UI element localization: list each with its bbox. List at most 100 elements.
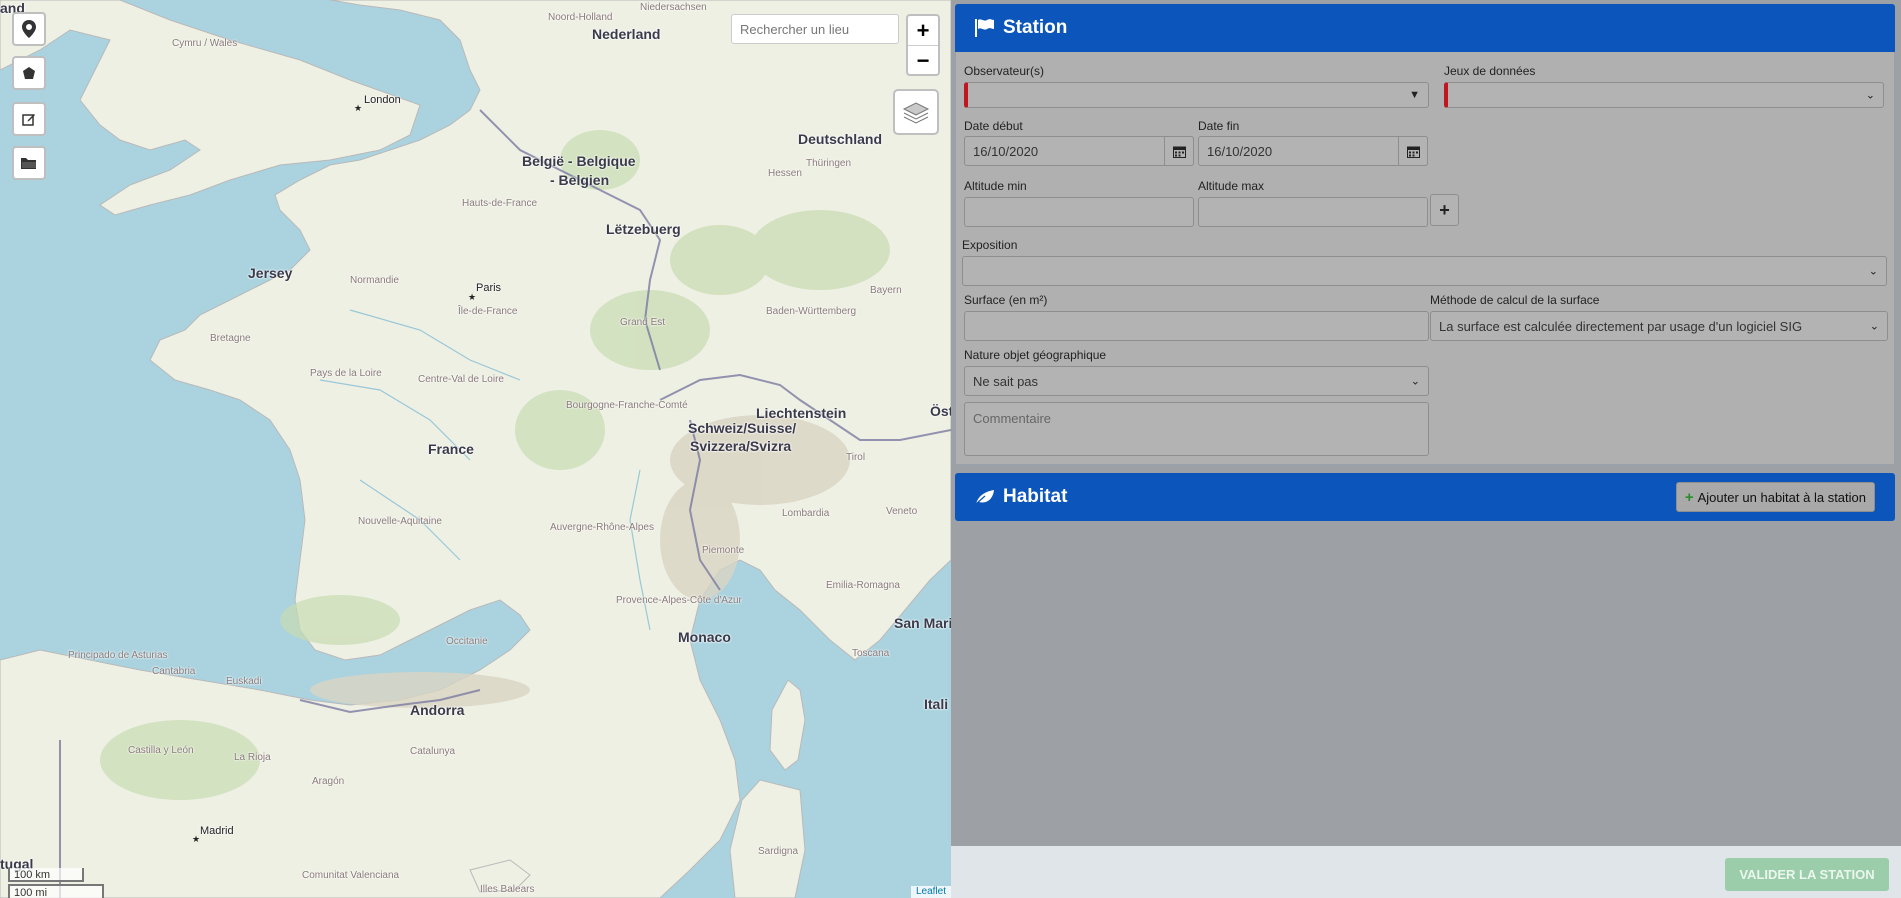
calendar-icon <box>1172 146 1186 158</box>
map-label-ost: Öst <box>930 403 951 419</box>
draw-marker-button[interactable] <box>12 12 46 46</box>
map-label-grand-est: Grand Est <box>620 317 666 328</box>
date-fin-label: Date fin <box>1198 119 1240 133</box>
methode-calcul-value: La surface est calculée directement par … <box>1439 318 1803 334</box>
layers-control-button[interactable] <box>893 89 939 135</box>
chevron-down-icon: ⌄ <box>1410 375 1420 388</box>
map-container[interactable]: and Noord-Holland Niedersachsen Nederlan… <box>0 0 951 898</box>
map-label-nouvelle-aquitaine: Nouvelle-Aquitaine <box>358 516 442 527</box>
methode-calcul-label: Méthode de calcul de la surface <box>1430 293 1600 307</box>
altitude-max-input[interactable] <box>1198 197 1428 227</box>
altitude-min-input[interactable] <box>964 197 1194 227</box>
validate-station-button[interactable]: VALIDER LA STATION <box>1725 858 1889 891</box>
map-label-principado: Principado de Asturias <box>68 650 168 661</box>
edit-layers-button[interactable] <box>12 102 46 136</box>
map-label-centre-val: Centre-Val de Loire <box>418 374 504 385</box>
map-label-illes-balears: Illes Balears <box>480 884 535 895</box>
map-label-la-rioja: La Rioja <box>234 752 271 763</box>
map-label-italia: Itali <box>924 696 949 712</box>
scale-mi: 100 mi <box>8 884 104 898</box>
map-label-letzebuerg: Lëtzebuerg <box>606 221 681 237</box>
map-label-monaco: Monaco <box>678 629 731 645</box>
scale-km: 100 km <box>8 868 84 882</box>
map-label-aragon: Aragón <box>312 776 345 787</box>
plus-icon: + <box>1684 488 1694 506</box>
flag-icon <box>975 19 994 37</box>
nature-objet-label: Nature objet géographique <box>964 348 1107 362</box>
polygon-icon <box>23 67 35 79</box>
observateurs-label: Observateur(s) <box>964 64 1045 78</box>
map-search-input[interactable]: Rechercher un lieu <box>731 14 899 44</box>
nature-objet-value: Ne sait pas <box>973 373 1039 389</box>
jeux-donnees-select[interactable]: ⌄ <box>1444 82 1884 108</box>
map-label-piemonte: Piemonte <box>702 545 745 556</box>
date-fin-calendar-button[interactable] <box>1398 136 1428 166</box>
calendar-icon <box>1406 146 1420 158</box>
surface-label: Surface (en m²) <box>964 293 1048 307</box>
draw-polygon-button[interactable] <box>12 56 46 90</box>
map-label-hessen: Hessen <box>768 168 802 179</box>
map-label-noord-holland: Noord-Holland <box>548 12 613 23</box>
date-fin-input[interactable]: 16/10/2020 <box>1198 136 1428 166</box>
date-debut-value: 16/10/2020 <box>973 143 1039 159</box>
map-label-liechtenstein: Liechtenstein <box>756 405 847 421</box>
map-label-london: London <box>364 94 401 106</box>
map-label-occitanie: Occitanie <box>446 636 488 647</box>
map-pin-icon <box>22 20 36 38</box>
map-label-castilla: Castilla y León <box>128 745 194 756</box>
map-label-san-marino: San Mari <box>894 615 951 631</box>
exposition-select[interactable]: ⌄ <box>962 256 1887 286</box>
map-label-tirol: Tirol <box>846 452 866 463</box>
caret-down-icon: ▼ <box>1409 89 1420 101</box>
zoom-in-button[interactable]: + <box>908 16 938 45</box>
methode-calcul-select[interactable]: La surface est calculée directement par … <box>1430 311 1888 341</box>
edit-icon <box>22 114 35 126</box>
map-search-placeholder: Rechercher un lieu <box>740 21 850 37</box>
station-form-panel: Station Observateur(s) ▼ Jeux de données… <box>951 0 1901 898</box>
date-debut-calendar-button[interactable] <box>1164 136 1194 166</box>
map-label-normandie: Normandie <box>350 275 399 286</box>
map-label-thuringen: Thüringen <box>806 158 852 169</box>
station-card-body: Observateur(s) ▼ Jeux de données ⌄ Date … <box>955 52 1895 465</box>
map-label-euskadi: Euskadi <box>226 676 262 687</box>
zoom-control: + − <box>906 14 940 76</box>
map-attribution-link[interactable]: Leaflet <box>910 886 951 898</box>
add-habitat-button[interactable]: + Ajouter un habitat à la station <box>1675 482 1875 512</box>
load-file-button[interactable] <box>12 146 46 180</box>
chevron-down-icon: ⌄ <box>1869 320 1879 333</box>
nature-objet-select[interactable]: Ne sait pas ⌄ <box>964 366 1429 396</box>
map-label-provence: Provence-Alpes-Côte d'Azur <box>616 595 742 606</box>
map-label-bretagne: Bretagne <box>210 333 251 344</box>
zoom-out-button[interactable]: − <box>908 45 938 75</box>
map-label-comunitat: Comunitat Valenciana <box>302 870 400 881</box>
altitude-add-button[interactable]: + <box>1430 194 1459 226</box>
exposition-label: Exposition <box>962 238 1018 252</box>
plus-icon: + <box>1439 199 1450 220</box>
altitude-max-label: Altitude max <box>1198 179 1265 193</box>
map-label-madrid: Madrid <box>200 825 234 837</box>
date-debut-input[interactable]: 16/10/2020 <box>964 136 1194 166</box>
map-label-cataluna: Catalunya <box>410 746 456 757</box>
map-label-veneto: Veneto <box>886 506 918 517</box>
chevron-down-icon: ⌄ <box>1868 265 1878 278</box>
city-marker-london: ★ <box>354 103 363 113</box>
map-label-lombardia: Lombardia <box>782 508 830 519</box>
habitat-card-header: Habitat + Ajouter un habitat à la statio… <box>955 473 1895 521</box>
folder-icon <box>21 157 36 169</box>
map-label-ile-de-france: Île-de-France <box>458 306 518 317</box>
map-label-bayern: Bayern <box>870 285 902 296</box>
observateurs-select[interactable]: ▼ <box>964 82 1429 108</box>
map-label-sardegna: Sardigna <box>758 846 799 857</box>
map-label-cantabria: Cantabria <box>152 666 196 677</box>
surface-input[interactable] <box>964 311 1429 341</box>
map-label-cymru: Cymru / Wales <box>172 38 238 49</box>
map-label-toscana: Toscana <box>852 648 890 659</box>
map-label-deutschland: Deutschland <box>798 131 883 147</box>
layers-icon <box>902 102 930 124</box>
map-label-schweiz: Schweiz/Suisse/ <box>688 420 797 436</box>
map-label-svizzera: Svizzera/Svizra <box>690 438 792 454</box>
map-label-auvergne: Auvergne-Rhône-Alpes <box>550 522 654 533</box>
commentaire-placeholder: Commentaire <box>973 411 1052 426</box>
commentaire-textarea[interactable]: Commentaire <box>964 402 1429 456</box>
leaf-icon <box>975 490 994 505</box>
